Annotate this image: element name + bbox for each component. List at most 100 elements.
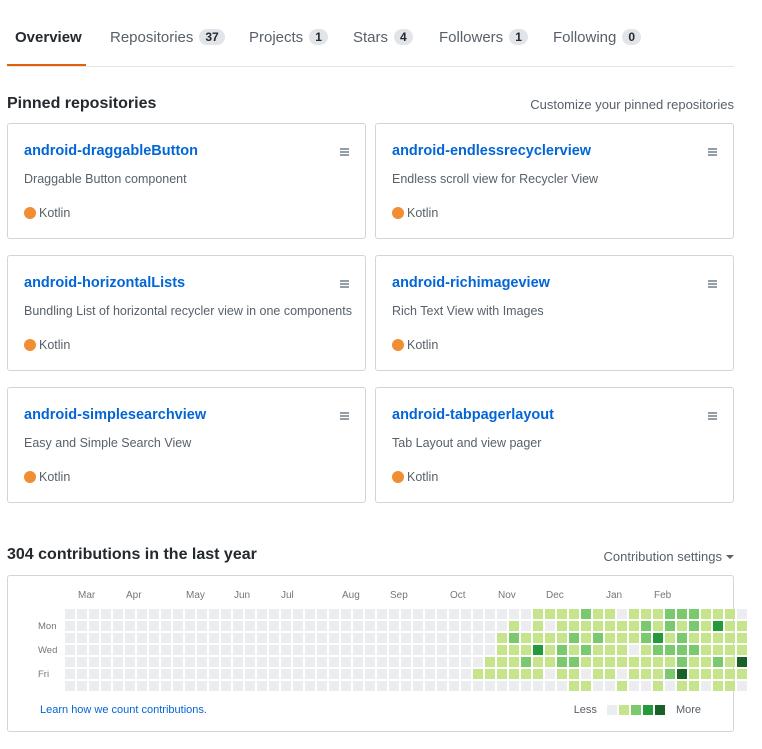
- contribution-day[interactable]: [209, 645, 219, 655]
- contribution-day[interactable]: [341, 657, 351, 667]
- contribution-day[interactable]: [437, 645, 447, 655]
- contribution-day[interactable]: [461, 669, 471, 679]
- contribution-day[interactable]: [137, 681, 147, 691]
- contribution-day[interactable]: [581, 645, 591, 655]
- contribution-day[interactable]: [593, 681, 603, 691]
- contribution-day[interactable]: [185, 621, 195, 631]
- contribution-day[interactable]: [533, 681, 543, 691]
- contribution-day[interactable]: [401, 633, 411, 643]
- contribution-day[interactable]: [665, 681, 675, 691]
- repo-name-link[interactable]: android-draggableButton: [24, 143, 198, 159]
- contribution-day[interactable]: [149, 645, 159, 655]
- contribution-day[interactable]: [149, 681, 159, 691]
- contribution-day[interactable]: [149, 621, 159, 631]
- contribution-day[interactable]: [245, 681, 255, 691]
- contribution-day[interactable]: [365, 657, 375, 667]
- contribution-day[interactable]: [257, 657, 267, 667]
- contribution-day[interactable]: [365, 645, 375, 655]
- contribution-day[interactable]: [605, 645, 615, 655]
- contribution-day[interactable]: [545, 609, 555, 619]
- contribution-day[interactable]: [317, 681, 327, 691]
- contribution-day[interactable]: [377, 633, 387, 643]
- contribution-day[interactable]: [233, 609, 243, 619]
- contribution-day[interactable]: [485, 633, 495, 643]
- contribution-day[interactable]: [593, 657, 603, 667]
- contribution-day[interactable]: [437, 621, 447, 631]
- contribution-day[interactable]: [173, 681, 183, 691]
- contribution-day[interactable]: [305, 657, 315, 667]
- contribution-day[interactable]: [281, 657, 291, 667]
- contribution-day[interactable]: [425, 633, 435, 643]
- contribution-day[interactable]: [713, 669, 723, 679]
- contribution-day[interactable]: [257, 609, 267, 619]
- contribution-day[interactable]: [713, 609, 723, 619]
- contribution-day[interactable]: [473, 633, 483, 643]
- grabber-icon[interactable]: [340, 412, 349, 420]
- contribution-day[interactable]: [305, 669, 315, 679]
- contribution-day[interactable]: [161, 681, 171, 691]
- contribution-day[interactable]: [281, 633, 291, 643]
- contribution-day[interactable]: [497, 681, 507, 691]
- contribution-day[interactable]: [629, 681, 639, 691]
- contribution-day[interactable]: [125, 681, 135, 691]
- contribution-day[interactable]: [113, 621, 123, 631]
- contribution-day[interactable]: [77, 669, 87, 679]
- contribution-day[interactable]: [581, 621, 591, 631]
- contribution-day[interactable]: [365, 681, 375, 691]
- contribution-day[interactable]: [389, 621, 399, 631]
- contribution-day[interactable]: [305, 609, 315, 619]
- contribution-day[interactable]: [233, 657, 243, 667]
- contribution-day[interactable]: [65, 669, 75, 679]
- contribution-day[interactable]: [89, 681, 99, 691]
- contribution-day[interactable]: [485, 657, 495, 667]
- contribution-day[interactable]: [725, 645, 735, 655]
- contribution-day[interactable]: [173, 669, 183, 679]
- repo-name-link[interactable]: android-richimageview: [392, 275, 550, 291]
- contribution-day[interactable]: [341, 609, 351, 619]
- contribution-day[interactable]: [305, 645, 315, 655]
- contribution-day[interactable]: [701, 645, 711, 655]
- contribution-day[interactable]: [665, 609, 675, 619]
- contribution-day[interactable]: [581, 681, 591, 691]
- tab-followers[interactable]: Followers 1: [439, 29, 528, 46]
- contribution-day[interactable]: [569, 669, 579, 679]
- contribution-day[interactable]: [125, 657, 135, 667]
- contribution-day[interactable]: [377, 681, 387, 691]
- contribution-day[interactable]: [161, 609, 171, 619]
- contribution-day[interactable]: [65, 681, 75, 691]
- contribution-day[interactable]: [293, 681, 303, 691]
- contribution-day[interactable]: [401, 645, 411, 655]
- contribution-day[interactable]: [245, 609, 255, 619]
- contribution-day[interactable]: [101, 657, 111, 667]
- contribution-day[interactable]: [605, 657, 615, 667]
- contribution-day[interactable]: [413, 633, 423, 643]
- contribution-day[interactable]: [65, 657, 75, 667]
- contribution-day[interactable]: [113, 669, 123, 679]
- contribution-day[interactable]: [389, 645, 399, 655]
- contribution-day[interactable]: [689, 633, 699, 643]
- contribution-day[interactable]: [521, 657, 531, 667]
- contribution-day[interactable]: [629, 621, 639, 631]
- contribution-day[interactable]: [449, 657, 459, 667]
- contribution-day[interactable]: [653, 681, 663, 691]
- contribution-day[interactable]: [569, 645, 579, 655]
- contribution-day[interactable]: [173, 657, 183, 667]
- contribution-day[interactable]: [101, 609, 111, 619]
- contribution-day[interactable]: [677, 621, 687, 631]
- contribution-day[interactable]: [473, 669, 483, 679]
- contribution-day[interactable]: [689, 621, 699, 631]
- contribution-day[interactable]: [281, 681, 291, 691]
- contribution-day[interactable]: [449, 645, 459, 655]
- contribution-day[interactable]: [233, 669, 243, 679]
- contribution-day[interactable]: [473, 609, 483, 619]
- contribution-day[interactable]: [137, 621, 147, 631]
- contribution-day[interactable]: [653, 657, 663, 667]
- contribution-day[interactable]: [89, 621, 99, 631]
- contribution-day[interactable]: [605, 621, 615, 631]
- contribution-day[interactable]: [89, 645, 99, 655]
- contribution-day[interactable]: [377, 609, 387, 619]
- contribution-day[interactable]: [581, 609, 591, 619]
- contribution-day[interactable]: [737, 657, 747, 667]
- contribution-day[interactable]: [557, 669, 567, 679]
- contribution-day[interactable]: [365, 669, 375, 679]
